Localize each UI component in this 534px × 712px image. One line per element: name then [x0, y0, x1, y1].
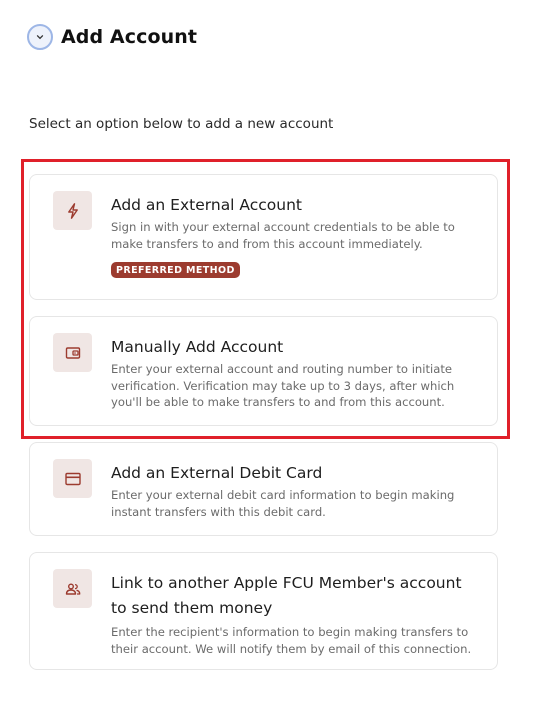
- option-link-member[interactable]: Link to another Apple FCU Member's accou…: [29, 552, 498, 670]
- option-external-debit-card[interactable]: Add an External Debit Card Enter your ex…: [29, 442, 498, 536]
- option-title: Manually Add Account: [111, 338, 284, 356]
- option-description: Enter your external account and routing …: [111, 362, 455, 409]
- page-subtitle: Select an option below to add a new acco…: [29, 116, 334, 132]
- option-icon-box: [53, 569, 92, 608]
- chevron-down-icon: [36, 35, 44, 40]
- option-manual-account[interactable]: Manually Add Account Enter your external…: [29, 316, 498, 426]
- option-title: Add an External Debit Card: [111, 464, 323, 482]
- option-description: Sign in with your external account crede…: [111, 220, 455, 251]
- back-button[interactable]: [27, 24, 53, 50]
- option-title: Link to another Apple FCU Member's accou…: [111, 574, 462, 617]
- option-icon-box: [53, 191, 92, 230]
- option-external-account[interactable]: Add an External Account Sign in with you…: [29, 174, 498, 300]
- page-title: Add Account: [61, 26, 198, 48]
- page-header: Add Account: [27, 24, 197, 50]
- people-icon: [65, 582, 80, 595]
- option-icon-box: [53, 459, 92, 498]
- lightning-icon: [67, 202, 78, 219]
- credit-card-icon: [64, 472, 81, 485]
- option-description: Enter the recipient's information to beg…: [111, 625, 472, 656]
- option-description: Enter your external debit card informati…: [111, 488, 455, 519]
- option-title: Add an External Account: [111, 196, 303, 214]
- wallet-icon: [65, 346, 80, 359]
- option-icon-box: [53, 333, 92, 372]
- preferred-badge: PREFERRED METHOD: [111, 262, 240, 278]
